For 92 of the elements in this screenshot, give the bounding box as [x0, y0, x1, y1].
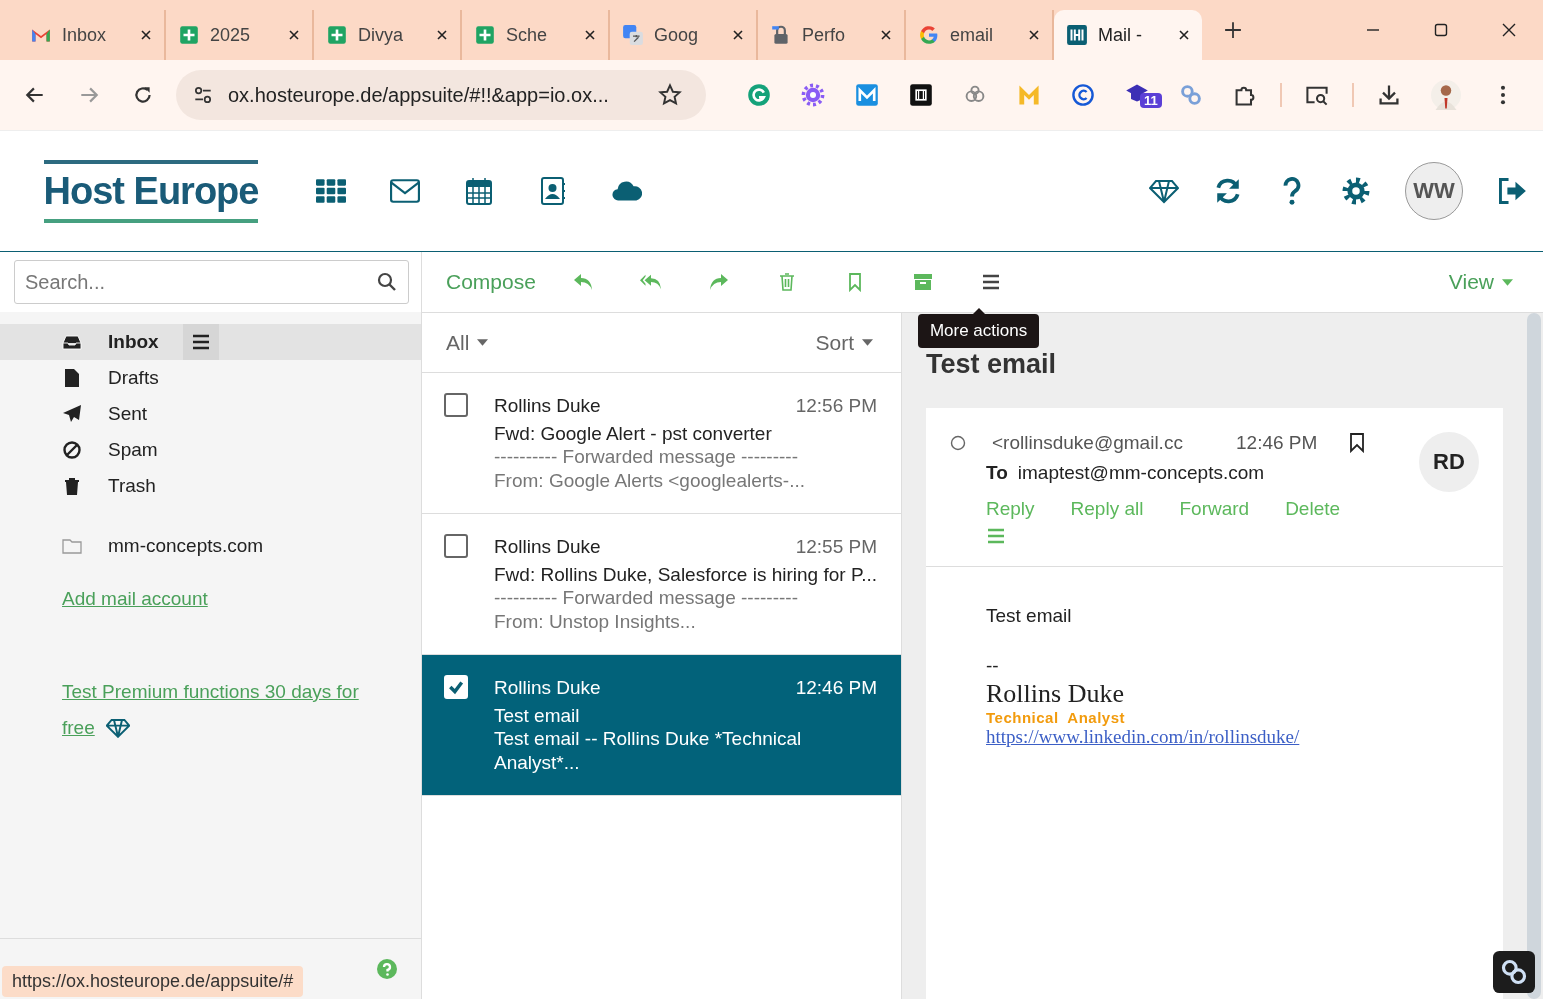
calendar-icon[interactable]: [464, 177, 494, 205]
bookmark-icon[interactable]: [1349, 433, 1366, 453]
new-tab-icon[interactable]: [1224, 21, 1242, 39]
trash-icon: [62, 476, 82, 496]
browser-tab[interactable]: Mail -: [1054, 10, 1202, 60]
folder-item[interactable]: Sent: [0, 396, 421, 432]
unread-toggle-icon[interactable]: [950, 435, 966, 451]
caret-icon: [862, 339, 873, 346]
profile-link[interactable]: https://www.linkedin.com/in/rollinsduke/: [986, 726, 1443, 748]
spreadsheet-icon: [474, 24, 496, 46]
menu-icon[interactable]: [182, 324, 219, 360]
download-icon[interactable]: [1377, 83, 1401, 107]
sort-dropdown[interactable]: Sort: [815, 330, 873, 355]
tooltip: More actions: [917, 308, 1040, 348]
spreadsheet-icon: [326, 24, 348, 46]
filter-dropdown[interactable]: All: [446, 330, 489, 355]
translate-icon: [622, 24, 644, 46]
email-time: 12:46 PM: [1236, 432, 1318, 454]
inbox-icon: [62, 332, 82, 352]
paper-plane-icon: [62, 404, 82, 424]
message-time: 12:46 PM: [795, 677, 877, 699]
message-time: 12:56 PM: [795, 395, 877, 417]
signature-title: Technical Analyst: [986, 709, 1127, 726]
close-icon[interactable]: [288, 29, 300, 41]
folder-item[interactable]: Inbox: [0, 324, 421, 360]
signature-name: Rollins Duke: [986, 679, 1125, 709]
maximize-icon[interactable]: [1433, 22, 1449, 38]
close-icon[interactable]: [1028, 29, 1040, 41]
diamond-icon: [106, 718, 130, 738]
notification-badge: 11: [1140, 93, 1162, 108]
message-preview: ---------- Forwarded message --------- From: Google Alerts <googlealerts-...: [494, 445, 806, 493]
message-item[interactable]: Rollins Duke 12:46 PM Test email Test email -- Rollins Duke *Technical Analyst*...: [422, 655, 901, 796]
sender-avatar: RD: [1419, 432, 1479, 492]
document-icon: [62, 368, 82, 388]
gear-icon[interactable]: [801, 83, 825, 107]
sender-name: Rollins Duke: [494, 677, 601, 699]
checkmark-icon: [448, 679, 464, 695]
account-name[interactable]: mm-concepts.com: [108, 535, 264, 557]
close-icon[interactable]: [732, 29, 744, 41]
message-preview: Test email -- Rollins Duke *Technical Analyst*...: [494, 727, 803, 775]
close-icon[interactable]: [1501, 22, 1517, 38]
close-icon[interactable]: [584, 29, 596, 41]
logout-icon[interactable]: [1497, 177, 1527, 205]
sender-name: Rollins Duke: [494, 536, 601, 558]
link-icon[interactable]: [1493, 951, 1535, 993]
sender-address[interactable]: <rollinsduke@gmail.cc: [992, 432, 1208, 454]
status-url: https://ox.hosteurope.de/appsuite/#: [2, 966, 304, 997]
user-avatar[interactable]: WW: [1405, 162, 1463, 220]
address-bar[interactable]: ox.hosteurope.de/appsuite/#!!&app=io.ox...: [176, 70, 706, 120]
logo-icon: [1066, 24, 1088, 46]
reload-icon[interactable]: [132, 84, 154, 106]
message-subject: Fwd: Rollins Duke, Salesforce is hiring for P...: [494, 564, 877, 586]
star-icon[interactable]: [658, 83, 682, 107]
profile-avatar[interactable]: [1431, 80, 1461, 110]
to-label: To: [986, 462, 1008, 483]
site-settings-icon[interactable]: [192, 84, 214, 106]
message-subject: Test email: [494, 705, 581, 727]
recipient-address[interactable]: imaptest@mm-concepts.com: [1017, 462, 1265, 483]
checkbox[interactable]: [444, 393, 468, 417]
folder-item[interactable]: Trash: [0, 468, 421, 504]
letter-g-icon: [918, 24, 940, 46]
email-body-text: Test email: [986, 605, 1073, 627]
close-icon[interactable]: [880, 29, 892, 41]
checkbox[interactable]: [444, 534, 468, 558]
apps-grid-icon[interactable]: [316, 177, 346, 205]
prohibited-icon: [62, 440, 82, 460]
scrollbar[interactable]: [1527, 313, 1541, 999]
close-icon[interactable]: [140, 29, 152, 41]
message-item[interactable]: Rollins Duke 12:56 PM Fwd: Google Alert - pst converter ---------- Forwarded message --------- From: Google Alerts <googlealerts-...: [422, 373, 901, 514]
search-field[interactable]: Search...: [14, 260, 409, 304]
diamond-icon[interactable]: [1149, 177, 1179, 205]
spreadsheet-icon: [178, 24, 200, 46]
email-subject: Test email: [926, 349, 1058, 380]
logo[interactable]: Host Europe: [44, 159, 258, 223]
message-preview: ---------- Forwarded message --------- From: Unstop Insights...: [494, 586, 799, 634]
folder-item[interactable]: Spam: [0, 432, 421, 468]
caret-icon: [1502, 278, 1513, 286]
search-icon[interactable]: [377, 272, 397, 292]
mail-icon[interactable]: [390, 177, 420, 205]
copyright-icon[interactable]: [1071, 83, 1095, 107]
folder-icon: [62, 536, 82, 556]
message-subject: Fwd: Google Alert - pst converter: [494, 423, 773, 445]
folder-item[interactable]: Drafts: [0, 360, 421, 396]
close-icon[interactable]: [436, 29, 448, 41]
close-icon[interactable]: [1178, 29, 1190, 41]
extension-icon[interactable]: [909, 83, 933, 107]
caret-icon: [477, 339, 489, 346]
signature-separator: --: [986, 655, 1000, 677]
sender-name: Rollins Duke: [494, 395, 601, 417]
message-time: 12:55 PM: [795, 536, 877, 558]
settings-icon[interactable]: [1341, 177, 1371, 205]
address-book-icon[interactable]: [538, 177, 568, 205]
